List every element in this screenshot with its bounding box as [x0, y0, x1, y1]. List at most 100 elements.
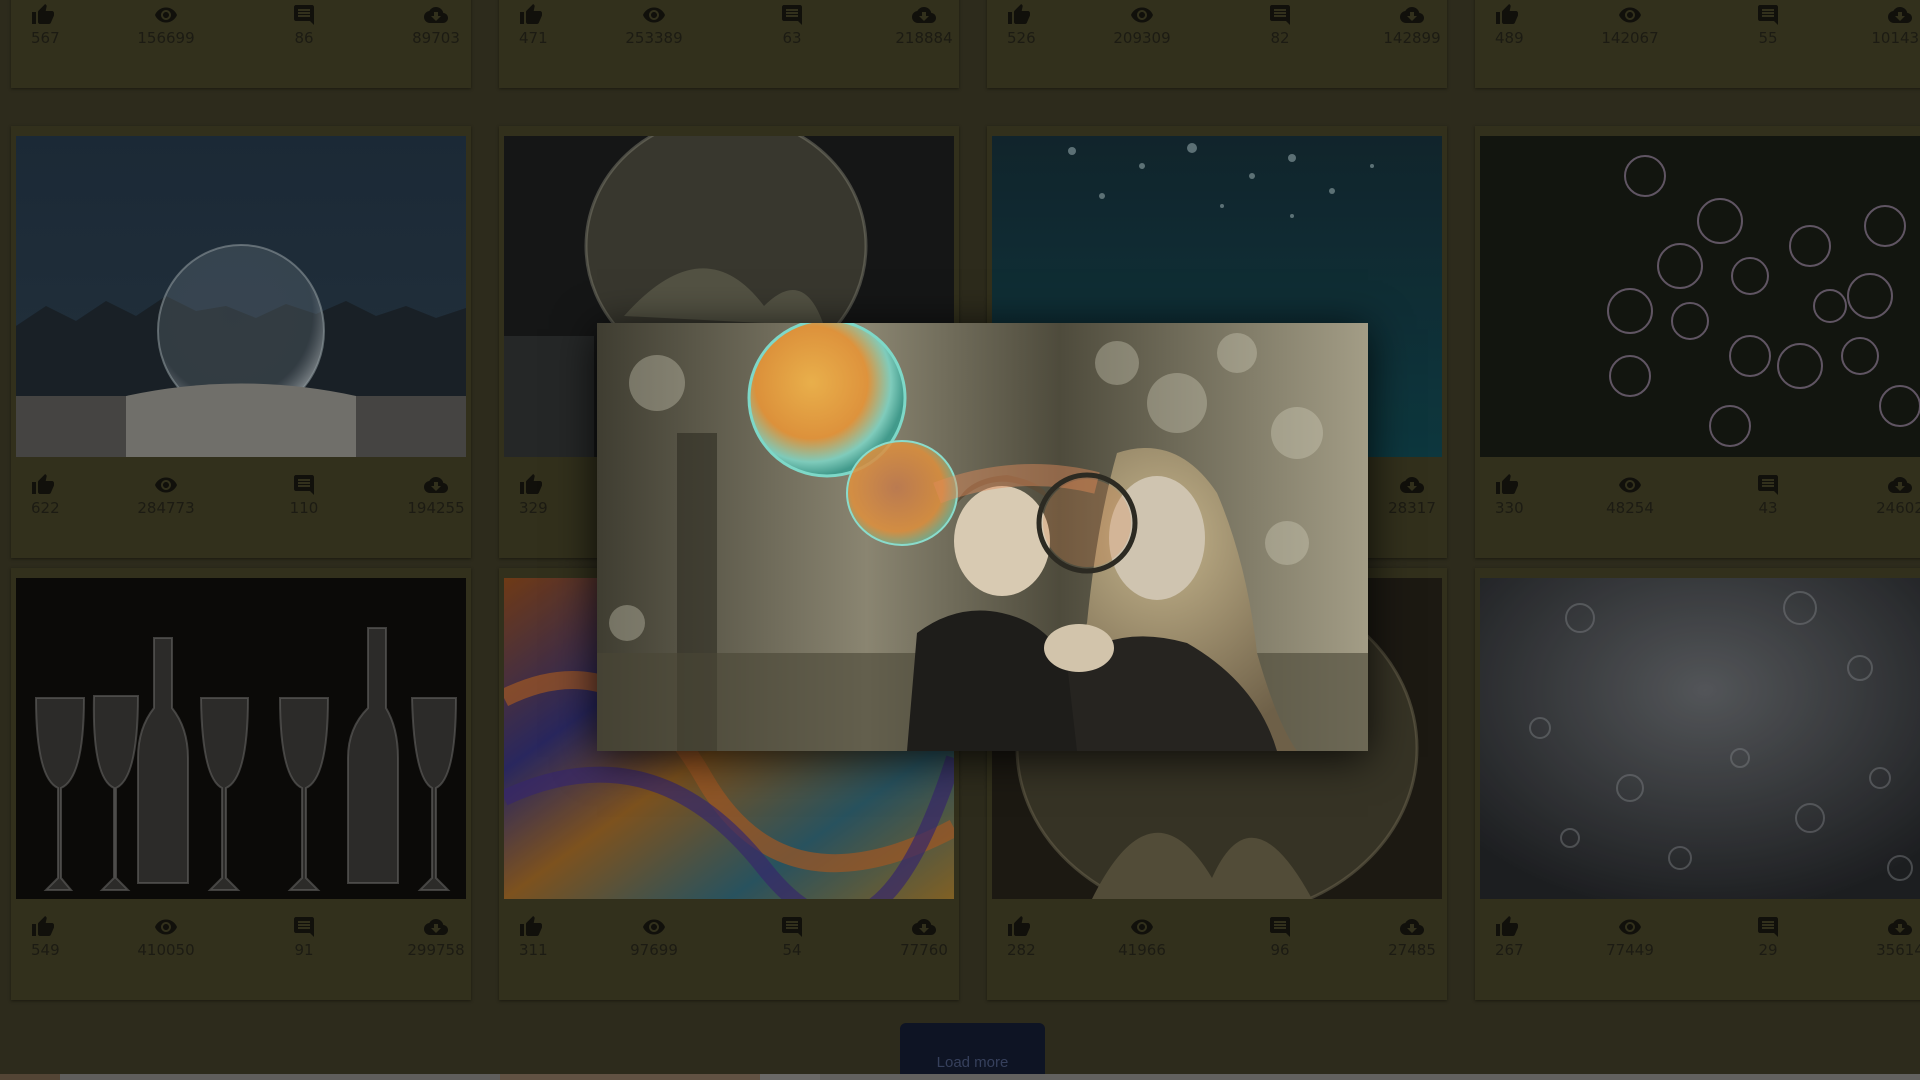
likes-count: 329 — [519, 499, 548, 517]
card-stats: 282 41966 96 27485 — [987, 907, 1447, 997]
likes-stat[interactable]: 329 — [519, 473, 609, 517]
comments-count: 55 — [1758, 29, 1778, 47]
image-card[interactable]: 549 410050 91 299758 — [11, 568, 471, 1000]
downloads-stat[interactable]: 89703 — [391, 3, 481, 47]
cloud-download-icon — [879, 3, 969, 27]
downloads-stat[interactable]: 142899 — [1367, 3, 1457, 47]
comments-stat[interactable]: 55 — [1723, 3, 1813, 47]
cloud-download-icon — [391, 915, 481, 939]
likes-stat[interactable]: 311 — [519, 915, 609, 959]
likes-count: 567 — [31, 29, 60, 47]
downloads-stat[interactable]: 299758 — [391, 915, 481, 959]
comments-stat[interactable]: 29 — [1723, 915, 1813, 959]
downloads-stat[interactable]: 77760 — [879, 915, 969, 959]
likes-stat[interactable]: 330 — [1495, 473, 1585, 517]
image-card[interactable]: 567 156699 86 89703 — [11, 0, 471, 88]
cloud-download-icon — [1367, 3, 1457, 27]
likes-stat[interactable]: 489 — [1495, 3, 1585, 47]
image-card[interactable]: 471 253389 63 218884 — [499, 0, 959, 88]
eye-icon — [121, 915, 211, 939]
image-card[interactable]: 489 142067 55 101430 — [1475, 0, 1920, 88]
cloud-download-icon — [391, 3, 481, 27]
views-count: 142067 — [1601, 29, 1659, 47]
thumb-up-icon — [1495, 473, 1585, 497]
downloads-stat[interactable]: 27485 — [1367, 915, 1457, 959]
eye-icon — [1585, 3, 1675, 27]
comments-stat[interactable]: 54 — [747, 915, 837, 959]
card-stats: 549 410050 91 299758 — [11, 907, 471, 997]
views-stat: 156699 — [121, 3, 211, 47]
card-stats: 330 48254 43 24602 — [1475, 465, 1920, 555]
cloud-download-icon — [1855, 915, 1920, 939]
views-stat: 209309 — [1097, 3, 1187, 47]
comments-stat[interactable]: 110 — [259, 473, 349, 517]
card-thumbnail[interactable] — [1480, 136, 1920, 457]
likes-stat[interactable]: 267 — [1495, 915, 1585, 959]
eye-icon — [609, 3, 699, 27]
comments-stat[interactable]: 43 — [1723, 473, 1813, 517]
likes-count: 622 — [31, 499, 60, 517]
comments-count: 110 — [289, 499, 319, 517]
downloads-stat[interactable]: 218884 — [879, 3, 969, 47]
likes-stat[interactable]: 526 — [1007, 3, 1097, 47]
downloads-count: 194255 — [407, 499, 465, 517]
card-thumbnail[interactable] — [16, 578, 466, 899]
comments-stat[interactable]: 91 — [259, 915, 349, 959]
comment-icon — [1723, 915, 1813, 939]
comments-count: 91 — [294, 941, 314, 959]
comments-stat[interactable]: 86 — [259, 3, 349, 47]
downloads-stat[interactable]: 28317 — [1367, 473, 1457, 517]
downloads-count: 142899 — [1383, 29, 1441, 47]
eye-icon — [1585, 915, 1675, 939]
load-more-button[interactable]: Load more — [900, 1023, 1045, 1080]
comment-icon — [259, 473, 349, 497]
downloads-count: 299758 — [407, 941, 465, 959]
downloads-stat[interactable]: 35614 — [1855, 915, 1920, 959]
comment-icon — [1723, 3, 1813, 27]
views-stat: 142067 — [1585, 3, 1675, 47]
likes-count: 311 — [519, 941, 548, 959]
thumb-up-icon — [519, 3, 609, 27]
downloads-stat[interactable]: 24602 — [1855, 473, 1920, 517]
comments-count: 63 — [782, 29, 802, 47]
image-card[interactable]: 267 77449 29 35614 — [1475, 568, 1920, 1000]
comment-icon — [747, 3, 837, 27]
views-count: 284773 — [137, 499, 195, 517]
comments-count: 82 — [1270, 29, 1290, 47]
downloads-stat[interactable]: 194255 — [391, 473, 481, 517]
image-card[interactable]: 526 209309 82 142899 — [987, 0, 1447, 88]
comment-icon — [259, 915, 349, 939]
comments-stat[interactable]: 96 — [1235, 915, 1325, 959]
card-stats: 311 97699 54 77760 — [499, 907, 959, 997]
card-stats: 471 253389 63 218884 — [499, 0, 959, 85]
likes-stat[interactable]: 549 — [31, 915, 121, 959]
thumb-up-icon — [519, 473, 609, 497]
likes-stat[interactable]: 282 — [1007, 915, 1097, 959]
views-stat: 41966 — [1097, 915, 1187, 959]
card-stats: 526 209309 82 142899 — [987, 0, 1447, 85]
comments-stat[interactable]: 63 — [747, 3, 837, 47]
comment-icon — [1723, 473, 1813, 497]
cloud-download-icon — [879, 915, 969, 939]
image-card[interactable]: 330 48254 43 24602 — [1475, 126, 1920, 558]
card-thumbnail[interactable] — [16, 136, 466, 457]
likes-stat[interactable]: 622 — [31, 473, 121, 517]
likes-count: 330 — [1495, 499, 1524, 517]
likes-count: 526 — [1007, 29, 1036, 47]
card-stats: 267 77449 29 35614 — [1475, 907, 1920, 997]
comments-stat[interactable]: 82 — [1235, 3, 1325, 47]
comments-count: 86 — [294, 29, 314, 47]
image-preview-modal[interactable] — [597, 323, 1368, 751]
likes-stat[interactable]: 471 — [519, 3, 609, 47]
thumb-up-icon — [519, 915, 609, 939]
eye-icon — [121, 473, 211, 497]
likes-stat[interactable]: 567 — [31, 3, 121, 47]
downloads-count: 101430 — [1871, 29, 1920, 47]
cloud-download-icon — [1367, 473, 1457, 497]
views-stat: 284773 — [121, 473, 211, 517]
card-thumbnail[interactable] — [1480, 578, 1920, 899]
preview-image — [597, 323, 1368, 751]
downloads-stat[interactable]: 101430 — [1855, 3, 1920, 47]
views-stat: 253389 — [609, 3, 699, 47]
image-card[interactable]: 622 284773 110 194255 — [11, 126, 471, 558]
